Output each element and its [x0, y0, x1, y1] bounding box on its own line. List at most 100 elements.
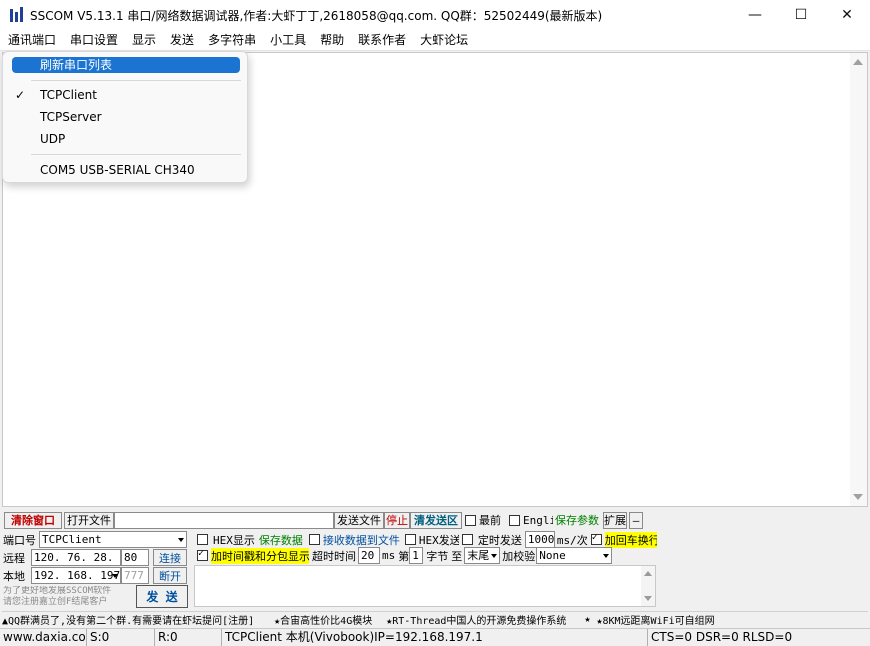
status-sent-count: S:0 [87, 629, 155, 646]
local-ip-select[interactable]: 192. 168. 197. 1 [31, 567, 121, 584]
interval-input[interactable]: 1000 [524, 531, 555, 548]
open-file-button[interactable]: 打开文件 [64, 511, 114, 529]
window-title: SSCOM V5.13.1 串口/网络数据调试器,作者:大虾丁丁,2618058… [30, 8, 603, 23]
send-textarea[interactable] [194, 565, 656, 607]
byte-to-value: 末尾 [467, 549, 490, 562]
topmost-label: 最前 [479, 514, 501, 527]
menu-display[interactable]: 显示 [125, 30, 163, 50]
byte-label: 字节 [426, 549, 449, 563]
dropdown-tcpclient[interactable]: ✓ TCPClient [12, 87, 240, 103]
port-select-value: TCPClient [42, 533, 102, 546]
dropdown-refresh-port-list[interactable]: 刷新串口列表 [12, 57, 240, 73]
file-path-input[interactable] [114, 511, 334, 529]
receive-scrollbar[interactable] [850, 53, 867, 506]
menu-comm-port[interactable]: 通讯端口 [1, 30, 63, 50]
checksum-value: None [539, 549, 566, 562]
expand-button[interactable]: 扩展 [603, 511, 627, 529]
disconnect-button[interactable]: 断开 [153, 567, 187, 584]
save-data-button[interactable]: 保存数据 [259, 532, 303, 548]
dropdown-separator [31, 154, 241, 155]
maximize-button[interactable]: ☐ [778, 0, 824, 30]
title-bar: SSCOM V5.13.1 串口/网络数据调试器,作者:大虾丁丁,2618058… [0, 0, 870, 30]
checksum-select[interactable]: None [536, 547, 613, 564]
dropdown-tcpclient-label: TCPClient [40, 88, 97, 102]
remote-label: 远程 [3, 551, 25, 565]
save-params-button[interactable]: 保存参数 [555, 512, 599, 528]
interval-unit: ms/次 [556, 533, 588, 547]
topmost-checkbox[interactable] [465, 514, 476, 526]
menu-forum[interactable]: 大虾论坛 [413, 30, 475, 50]
local-label: 本地 [3, 569, 25, 583]
options-row-1: HEX显示 保存数据 接收数据到文件 HEX发送 定时发送 1000 ms/次 … [194, 531, 657, 548]
di-label: 第 [398, 549, 410, 563]
byte-to-select[interactable]: 末尾 [464, 547, 501, 564]
add-crlf-label: 加回车换行 [604, 531, 657, 548]
menu-multi-string[interactable]: 多字符串 [201, 30, 263, 50]
timeout-unit: ms [382, 549, 396, 562]
options-row-2: 加时间戳和分包显示 超时时间 20 ms 第 1 字节 至 末尾 加校验 Non… [194, 547, 656, 564]
checksum-label: 加校验 [502, 549, 536, 563]
timed-send-label: 定时发送 [477, 533, 522, 547]
ad-link-3[interactable]: ★RT-Thread中国人的开源免费操作系统 [386, 612, 566, 627]
hex-display-checkbox[interactable] [197, 534, 208, 545]
local-ip-value: 192. 168. 197. 1 [34, 569, 121, 582]
english-checkbox[interactable] [509, 514, 520, 526]
send-scrollbar[interactable] [641, 566, 655, 606]
status-bar: www.daxia.com S:0 R:0 TCPClient 本机(Vivob… [0, 628, 870, 646]
stop-button[interactable]: 停止 [384, 511, 410, 529]
chevron-down-icon [491, 554, 498, 558]
timestamp-label: 加时间戳和分包显示 [211, 547, 309, 564]
local-port-input[interactable]: 777 [121, 567, 149, 584]
remote-port-input[interactable]: 80 [121, 549, 149, 566]
remote-ip-input[interactable]: 120. 76. 28. 211 [31, 549, 121, 566]
hex-display-label: HEX显示 [213, 533, 255, 547]
ad-bar: ▲QQ群满员了,没有第二个群.有需要请在虾坛提问[注册] ★合宙高性价比4G模块… [2, 611, 868, 627]
chevron-down-icon [178, 538, 184, 542]
comm-port-dropdown: 刷新串口列表 ✓ TCPClient TCPServer UDP COM5 US… [2, 51, 248, 183]
hex-send-label: HEX发送 [418, 533, 459, 547]
minimize-button[interactable]: — [732, 0, 778, 30]
timeout-label: 超时时间 [312, 549, 356, 563]
send-file-button[interactable]: 发送文件 [334, 511, 384, 529]
collapse-button[interactable]: — [629, 511, 643, 529]
dropdown-com5[interactable]: COM5 USB-SERIAL CH340 [12, 162, 240, 178]
port-select[interactable]: TCPClient [39, 531, 187, 548]
clear-send-button[interactable]: 清发送区 [410, 511, 462, 529]
timed-send-checkbox[interactable] [461, 534, 473, 545]
recv-to-file-checkbox[interactable] [308, 534, 320, 545]
status-lines: CTS=0 DSR=0 RLSD=0 [651, 630, 793, 644]
add-crlf-checkbox[interactable] [590, 532, 602, 545]
dropdown-separator [31, 80, 241, 81]
dropdown-udp[interactable]: UDP [12, 131, 240, 147]
status-recv-count: R:0 [155, 629, 222, 646]
port-panel: 端口号 TCPClient 远程 120. 76. 28. 211 80 连接 … [3, 531, 193, 609]
hint-line-2: 请您注册嘉立创F结尾客户 [3, 597, 108, 607]
menu-help[interactable]: 帮助 [313, 30, 351, 50]
status-connection: TCPClient 本机(Vivobook)IP=192.168.197.1 [222, 629, 648, 646]
to-label: 至 [451, 549, 463, 563]
ad-link-4[interactable]: ★ [584, 614, 590, 625]
menu-send[interactable]: 发送 [163, 30, 201, 50]
menu-contact[interactable]: 联系作者 [351, 30, 413, 50]
close-button[interactable]: ✕ [824, 0, 870, 30]
ad-link-5[interactable]: ★8KM远距离WiFi可自组网 [596, 612, 714, 627]
byte-from-input[interactable]: 1 [409, 547, 424, 564]
menu-tools[interactable]: 小工具 [263, 30, 313, 50]
ad-link-1[interactable]: ▲QQ群满员了,没有第二个群.有需要请在虾坛提问[注册] [2, 612, 254, 627]
timeout-input[interactable]: 20 [358, 547, 380, 564]
dropdown-tcpserver[interactable]: TCPServer [12, 109, 240, 125]
app-icon [9, 7, 25, 23]
recv-to-file-label: 接收数据到文件 [322, 533, 400, 547]
clear-window-button[interactable]: 清除窗口 [4, 511, 62, 529]
connect-button[interactable]: 连接 [153, 549, 187, 566]
check-icon: ✓ [15, 88, 26, 102]
status-website[interactable]: www.daxia.com [0, 629, 87, 646]
timestamp-checkbox[interactable] [197, 548, 208, 561]
ad-link-2[interactable]: ★合宙高性价比4G模块 [274, 612, 372, 627]
menu-bar: 通讯端口 串口设置 显示 发送 多字符串 小工具 帮助 联系作者 大虾论坛 [0, 30, 870, 51]
hex-send-checkbox[interactable] [404, 534, 416, 545]
chevron-down-icon [603, 554, 610, 558]
menu-serial-settings[interactable]: 串口设置 [63, 30, 125, 50]
send-button[interactable]: 发 送 [136, 585, 188, 608]
english-label: English [523, 513, 553, 527]
